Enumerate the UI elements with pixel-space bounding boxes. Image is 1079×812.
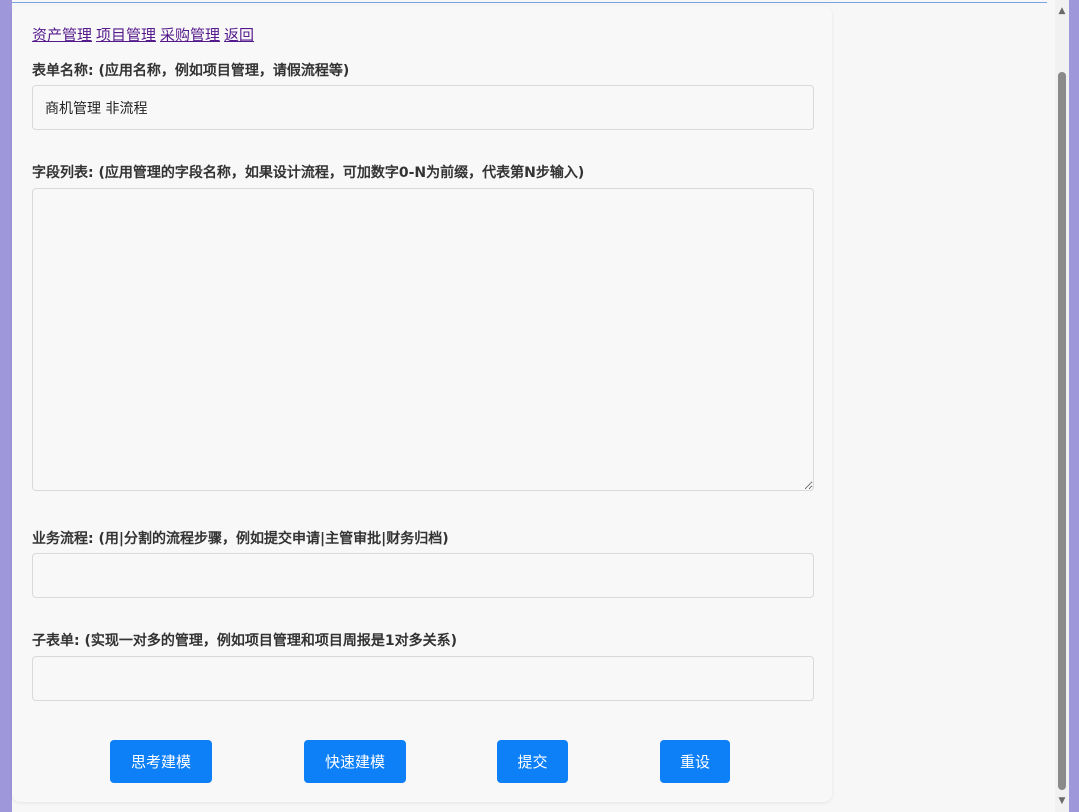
top-divider xyxy=(12,2,1047,3)
scroll-down-arrow-icon[interactable]: ▼ xyxy=(1055,794,1069,808)
subform-label: 子表单: (实现一对多的管理，例如项目管理和项目周报是1对多关系) xyxy=(32,633,458,649)
reset-button[interactable]: 重设 xyxy=(660,740,730,783)
scroll-up-arrow-icon[interactable]: ▲ xyxy=(1055,4,1069,18)
nav-link-asset-management[interactable]: 资产管理 xyxy=(32,26,92,44)
nav-links: 资产管理 项目管理 采购管理 返回 xyxy=(32,25,258,45)
nav-link-back[interactable]: 返回 xyxy=(224,26,254,44)
right-edge xyxy=(1069,0,1079,812)
form-name-label: 表单名称: (应用名称，例如项目管理，请假流程等) xyxy=(32,63,350,79)
workflow-label: 业务流程: (用|分割的流程步骤，例如提交申请|主管审批|财务归档) xyxy=(32,531,449,547)
fields-list-textarea[interactable] xyxy=(32,188,814,491)
submit-button[interactable]: 提交 xyxy=(497,740,568,783)
nav-link-purchase-management[interactable]: 采购管理 xyxy=(160,26,220,44)
quick-model-button[interactable]: 快速建模 xyxy=(304,740,406,783)
vertical-scrollbar[interactable]: ▲ ▼ xyxy=(1055,0,1069,812)
subform-input[interactable] xyxy=(32,656,814,701)
scroll-thumb[interactable] xyxy=(1058,72,1066,790)
workflow-input[interactable] xyxy=(32,553,814,598)
form-name-input[interactable] xyxy=(32,85,814,130)
think-model-button[interactable]: 思考建模 xyxy=(110,740,212,783)
fields-list-label: 字段列表: (应用管理的字段名称，如果设计流程，可加数字0-N为前缀，代表第N步… xyxy=(32,165,585,181)
nav-link-project-management[interactable]: 项目管理 xyxy=(96,26,156,44)
